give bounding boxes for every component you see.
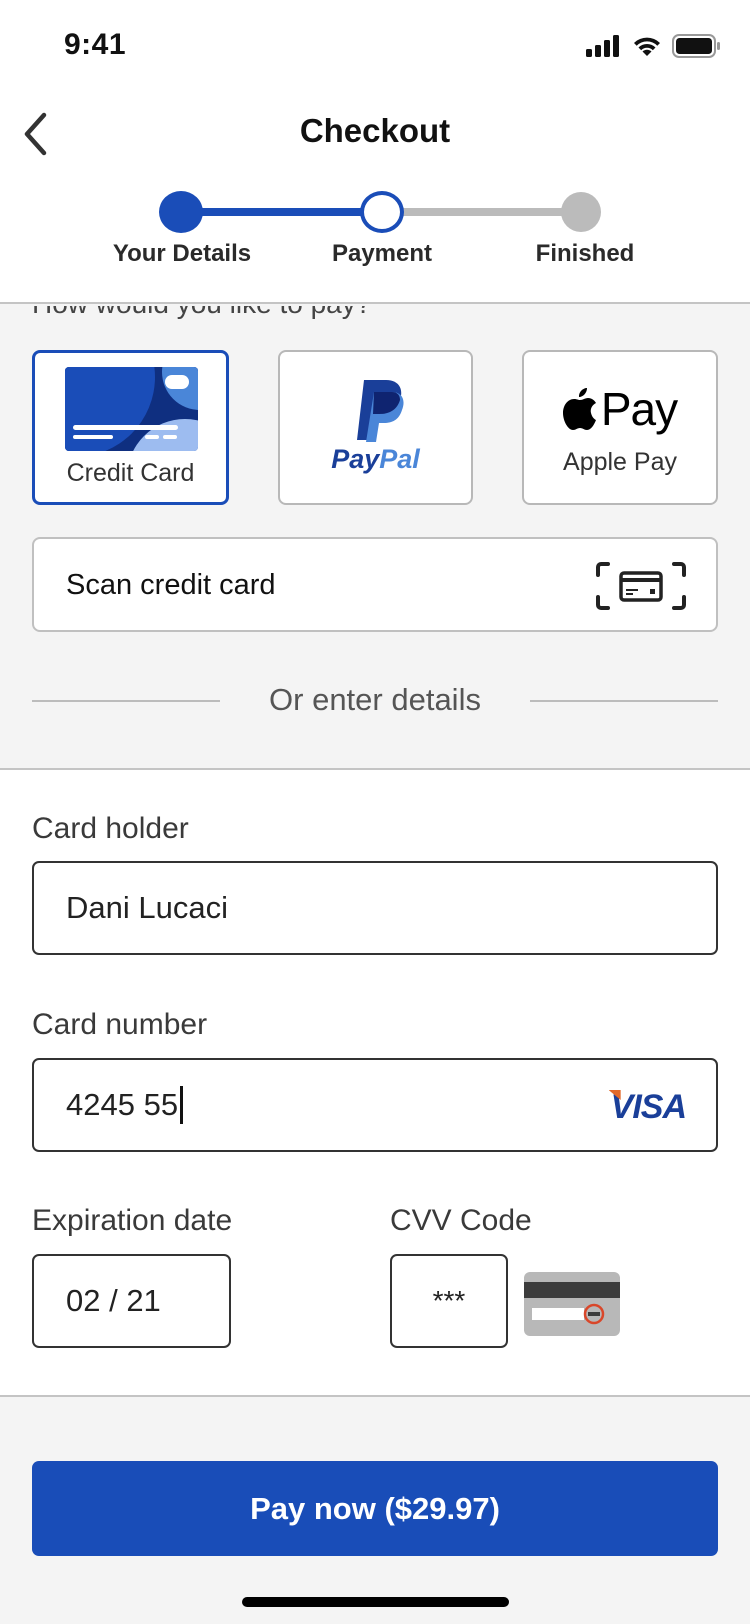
card-holder-input[interactable]: Dani Lucaci <box>32 861 718 955</box>
pay-option-paypal[interactable]: PayPal <box>278 350 473 505</box>
pay-option-label: Apple Pay <box>563 448 677 476</box>
expiration-value: 02 / 21 <box>66 1283 161 1318</box>
stepper-remaining-line <box>382 208 581 216</box>
divider-right <box>530 700 718 702</box>
step-label-finished: Finished <box>535 240 635 267</box>
cvv-value: *** <box>432 1285 466 1316</box>
step-dot-current <box>360 191 404 233</box>
visa-logo: VISA <box>608 1088 687 1126</box>
scan-card-icon <box>596 562 686 610</box>
apple-pay-logo: Pay <box>524 382 716 436</box>
apple-pay-wordmark: Pay <box>600 383 678 435</box>
text-caret <box>180 1086 184 1124</box>
step-label-your-details[interactable]: Your Details <box>82 240 282 268</box>
step-label-payment[interactable]: Payment <box>282 240 482 268</box>
expiration-label: Expiration date <box>32 1204 233 1237</box>
card-number-value: 4245 55 <box>66 1087 179 1122</box>
page-title: Checkout <box>299 112 451 149</box>
pay-option-apple-pay[interactable]: Pay Apple Pay <box>522 350 718 505</box>
status-icons <box>586 34 720 58</box>
pay-now-button[interactable]: Pay now ($29.97) <box>32 1461 718 1556</box>
status-time: 9:41 <box>64 28 127 61</box>
wifi-icon <box>634 37 660 56</box>
pay-option-credit-card[interactable]: Credit Card <box>32 350 229 505</box>
paypal-logo <box>357 380 404 442</box>
scan-credit-card-button[interactable]: Scan credit card <box>32 537 718 632</box>
step-dot-upcoming <box>561 192 601 232</box>
signal-icon <box>586 35 619 57</box>
home-indicator <box>242 1597 509 1607</box>
card-holder-value: Dani Lucaci <box>66 890 228 925</box>
card-holder-label: Card holder <box>32 812 189 845</box>
card-back-cvv-icon <box>524 1272 620 1336</box>
step-dot-completed <box>159 191 203 233</box>
expiration-input[interactable]: 02 / 21 <box>32 1254 231 1348</box>
battery-icon <box>672 34 720 58</box>
stepper-progress-line <box>181 208 382 216</box>
card-number-input[interactable]: 4245 55 VISA <box>32 1058 718 1152</box>
cvv-label: CVV Code <box>390 1204 532 1237</box>
cvv-input[interactable]: *** <box>390 1254 508 1348</box>
paypal-wordmark: PayPal <box>331 444 420 474</box>
card-number-label: Card number <box>32 1008 208 1041</box>
scan-label: Scan credit card <box>66 569 276 601</box>
payment-question: How would you like to pay? <box>32 306 371 330</box>
credit-card-icon <box>65 367 198 451</box>
apple-icon <box>562 388 596 430</box>
pay-option-label: Credit Card <box>66 459 195 487</box>
